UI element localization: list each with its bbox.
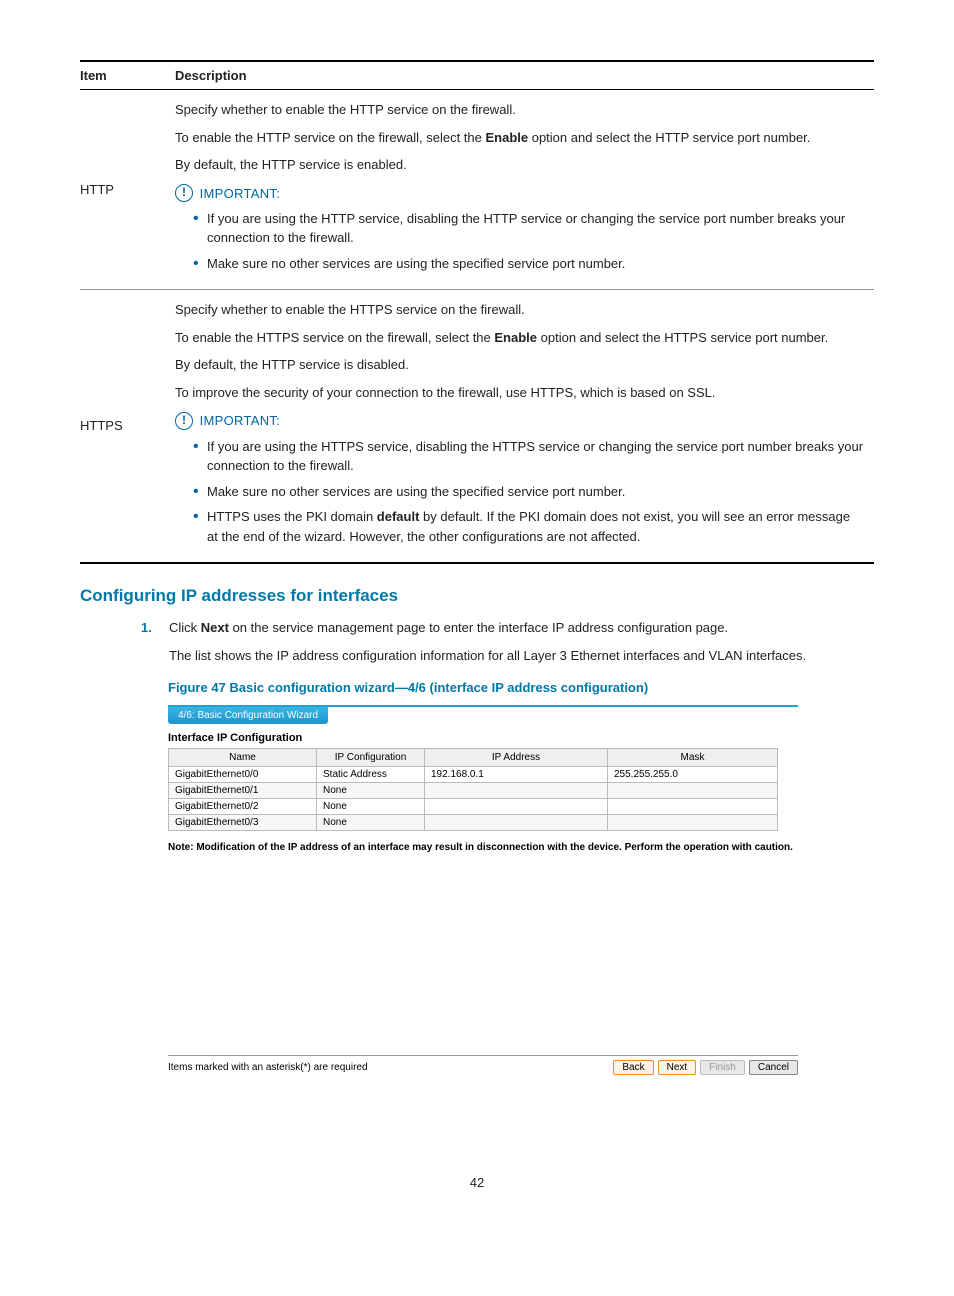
wizard-screenshot: 4/6: Basic Configuration Wizard Interfac… <box>168 705 798 1115</box>
bullet-item: If you are using the HTTP service, disab… <box>193 209 864 248</box>
alert-icon: ! <box>175 412 193 430</box>
wizard-tab: 4/6: Basic Configuration Wizard <box>168 707 328 724</box>
step-number: 1. <box>141 618 152 638</box>
desc-cell: Specify whether to enable the HTTPS serv… <box>175 290 874 563</box>
desc-text: By default, the HTTP service is disabled… <box>175 355 864 375</box>
finish-button: Finish <box>700 1060 745 1075</box>
desc-text: To enable the HTTPS service on the firew… <box>175 328 864 348</box>
col-desc: Description <box>175 61 874 90</box>
wizard-note: Note: Modification of the IP address of … <box>168 841 793 855</box>
item-cell: HTTPS <box>80 290 175 563</box>
bullet-item: Make sure no other services are using th… <box>193 254 864 274</box>
bullet-item: HTTPS uses the PKI domain default by def… <box>193 507 864 546</box>
wizard-footer: Items marked with an asterisk(*) are req… <box>168 1055 798 1075</box>
item-cell: HTTP <box>80 90 175 290</box>
important-label: IMPORTANT: <box>200 185 281 200</box>
bullet-item: Make sure no other services are using th… <box>193 482 864 502</box>
back-button[interactable]: Back <box>613 1060 653 1075</box>
figure-caption: Figure 47 Basic configuration wizard—4/6… <box>168 680 874 695</box>
cancel-button[interactable]: Cancel <box>749 1060 798 1075</box>
table-row[interactable]: GigabitEthernet0/2 None <box>169 799 778 815</box>
step-subtext: The list shows the IP address configurat… <box>169 646 874 666</box>
important-label: IMPORTANT: <box>200 413 281 428</box>
important-callout: ! IMPORTANT: <box>175 410 864 430</box>
desc-text: Specify whether to enable the HTTPS serv… <box>175 300 864 320</box>
table-row[interactable]: GigabitEthernet0/3 None <box>169 815 778 831</box>
desc-text: To enable the HTTP service on the firewa… <box>175 128 864 148</box>
table-row[interactable]: GigabitEthernet0/0 Static Address 192.16… <box>169 767 778 783</box>
desc-cell: Specify whether to enable the HTTP servi… <box>175 90 874 290</box>
desc-text: By default, the HTTP service is enabled. <box>175 155 864 175</box>
wizard-subtitle: Interface IP Configuration <box>168 732 798 744</box>
table-row: HTTPS Specify whether to enable the HTTP… <box>80 290 874 563</box>
ip-config-table: Name IP Configuration IP Address Mask Gi… <box>168 748 778 831</box>
table-row: HTTP Specify whether to enable the HTTP … <box>80 90 874 290</box>
next-button[interactable]: Next <box>658 1060 697 1075</box>
col-item: Item <box>80 61 175 90</box>
page-number: 42 <box>80 1175 874 1190</box>
description-table: Item Description HTTP Specify whether to… <box>80 60 874 564</box>
th-ipaddr: IP Address <box>425 749 608 767</box>
important-callout: ! IMPORTANT: <box>175 183 864 203</box>
th-mask: Mask <box>608 749 778 767</box>
bullet-item: If you are using the HTTPS service, disa… <box>193 437 864 476</box>
alert-icon: ! <box>175 184 193 202</box>
step-item: 1. Click Next on the service management … <box>169 618 874 666</box>
footer-hint: Items marked with an asterisk(*) are req… <box>168 1062 368 1073</box>
desc-text: Specify whether to enable the HTTP servi… <box>175 100 864 120</box>
table-row[interactable]: GigabitEthernet0/1 None <box>169 783 778 799</box>
bullet-list: If you are using the HTTPS service, disa… <box>175 437 864 547</box>
section-heading: Configuring IP addresses for interfaces <box>80 586 874 606</box>
steps-list: 1. Click Next on the service management … <box>80 618 874 666</box>
bullet-list: If you are using the HTTP service, disab… <box>175 209 864 274</box>
desc-text: To improve the security of your connecti… <box>175 383 864 403</box>
th-ipcfg: IP Configuration <box>317 749 425 767</box>
th-name: Name <box>169 749 317 767</box>
